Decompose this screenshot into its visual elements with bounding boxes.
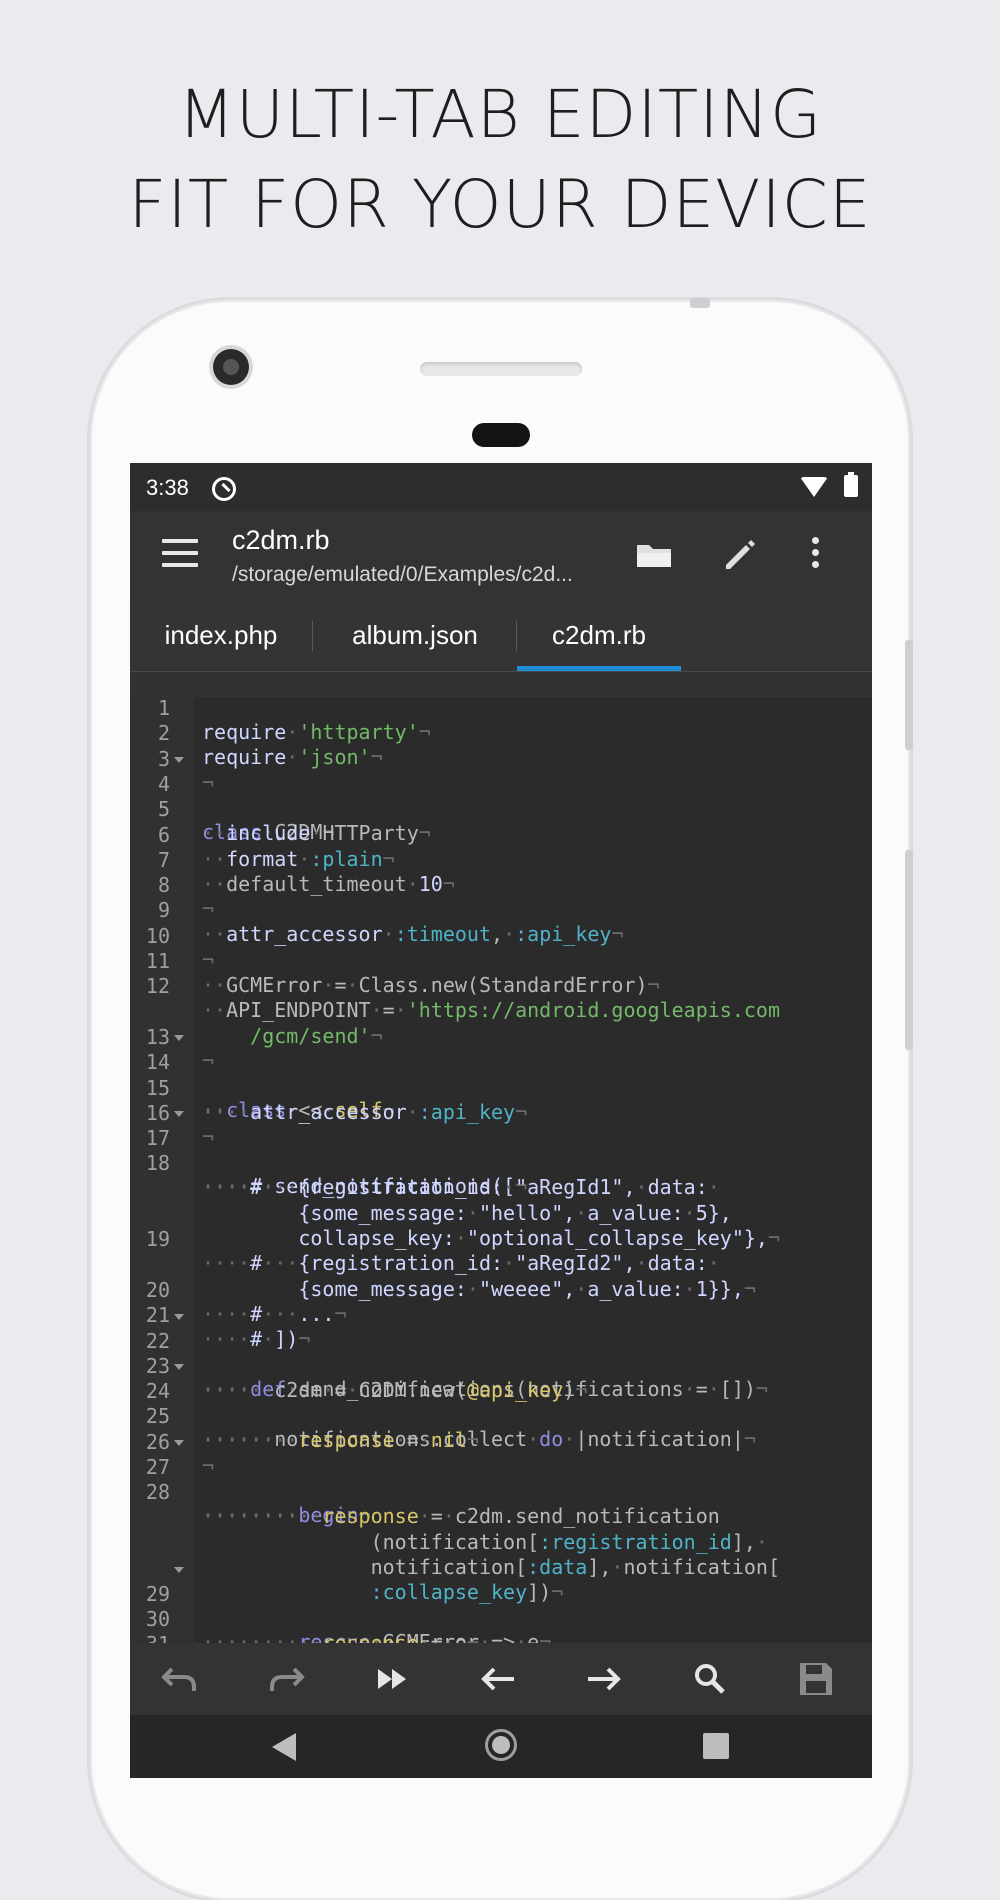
hamburger-menu-icon[interactable] <box>162 539 198 569</box>
app-toolbar: c2dm.rb /storage/emulated/0/Examples/c2d… <box>130 511 872 599</box>
code-line: 21 ····#·])¬ <box>145 1303 311 1352</box>
code-line: 5 ··include·HTTParty¬ <box>157 797 431 846</box>
nav-back-icon[interactable] <box>272 1733 296 1761</box>
status-bar: 3:38 <box>130 463 872 511</box>
code-line: 19 ····#···{registration_id:·"aRegId2",·… <box>145 1227 756 1301</box>
proximity-sensor <box>472 423 530 447</box>
search-icon[interactable] <box>690 1661 730 1697</box>
phone-power-button <box>905 850 913 1050</box>
code-line: 12 ··API_ENDPOINT·=·'https://android.goo… <box>145 974 781 1048</box>
arrow-right-icon[interactable] <box>584 1661 624 1697</box>
fold-toggle-icon[interactable] <box>174 1035 184 1042</box>
code-line: 9 ··attr_accessor·:timeout,·:api_key¬ <box>157 898 624 947</box>
code-line: 1 require·'httparty'¬ <box>130 672 872 744</box>
nav-home-icon[interactable] <box>485 1729 517 1761</box>
phone-top-button <box>690 298 710 308</box>
fold-toggle-icon[interactable] <box>174 1566 184 1573</box>
code-line: 24 ······notifications.collect·do·|notif… <box>130 1355 872 1451</box>
tab-c2dm-rb[interactable]: c2dm.rb <box>517 599 681 671</box>
system-nav-bar <box>130 1715 872 1778</box>
front-camera <box>213 349 249 385</box>
redo-icon[interactable] <box>266 1661 306 1697</box>
code-line: 2 require·'json'¬ <box>157 721 383 770</box>
code-line: 26 ¬ <box>145 1429 215 1478</box>
code-line: 22 ····def·send_notifications(notificati… <box>130 1305 872 1401</box>
phone-screen: 3:38 c2dm.rb /storage/emulated/0/Example… <box>130 463 872 1778</box>
headline-line-1: MULTI-TAB EDITING <box>177 76 823 153</box>
code-line: 29 ········rescue·GCMError·=>·e¬ <box>130 1558 872 1643</box>
wifi-icon <box>800 477 828 497</box>
code-line: 20 ····#···...¬ <box>145 1277 347 1326</box>
file-title: c2dm.rb <box>232 525 330 555</box>
code-line: 27 ········begin¬ <box>130 1431 872 1527</box>
phone-volume-button <box>905 640 913 750</box>
fold-toggle-icon[interactable] <box>174 1440 184 1446</box>
more-vert-icon[interactable] <box>810 537 820 573</box>
file-path: /storage/emulated/0/Examples/c2d... <box>232 563 573 586</box>
code-line: 7 ··default_timeout·10¬ <box>157 847 455 896</box>
headline-line-2: FIT FOR YOUR DEVICE <box>128 166 872 243</box>
code-line: 25 ········response·=·nil¬ <box>145 1404 479 1453</box>
tab-album-json[interactable]: album.json <box>325 599 505 671</box>
code-line: 30 ··········response·=·e¬ <box>145 1606 479 1643</box>
tab-bar: index.php album.json c2dm.rb <box>130 599 872 672</box>
code-line: 23 ······c2dm·=·C2DM.new(@api_key)¬ <box>145 1353 588 1402</box>
code-editor[interactable]: 1 require·'httparty'¬ 2 require·'json'¬ … <box>130 672 872 1643</box>
code-line: 18 ····#···{registration_id:·"aRegId1",·… <box>145 1151 780 1250</box>
headline: MULTI-TAB EDITING FIT FOR YOUR DEVICE <box>0 70 1000 250</box>
editor-action-bar <box>130 1643 872 1715</box>
fold-toggle-icon[interactable] <box>174 756 184 763</box>
code-line: 11 ··GCMError·=·Class.new(StandardError)… <box>145 949 660 997</box>
sync-icon <box>212 477 236 501</box>
code-line: 31 ········end¬ <box>130 1608 872 1643</box>
earpiece-speaker <box>420 362 582 376</box>
code-line: 10 ¬ <box>145 923 215 972</box>
undo-icon[interactable] <box>160 1661 200 1697</box>
code-line: 13 ¬ <box>145 1024 215 1073</box>
fast-forward-icon[interactable] <box>372 1661 412 1697</box>
arrow-left-icon[interactable] <box>478 1661 518 1697</box>
status-time: 3:38 <box>146 475 189 500</box>
code-line: 3 ¬ <box>157 746 215 795</box>
pencil-edit-icon[interactable] <box>722 537 758 573</box>
tab-separator <box>312 621 313 651</box>
code-line: 4 class·C2DM¬ <box>130 748 872 844</box>
active-tab-indicator <box>517 666 681 671</box>
fold-toggle-icon[interactable] <box>174 1313 184 1320</box>
code-line: 6 ··format·:plain¬ <box>157 822 395 871</box>
code-line: 17 ····#·send_notifications([¬ <box>130 1102 872 1198</box>
battery-icon <box>844 472 858 497</box>
code-line: 14 ··class·<<·self¬ <box>130 1026 872 1122</box>
nav-recents-icon[interactable] <box>703 1733 729 1759</box>
code-line: 28 ··········response·=·c2dm.send_notifi… <box>145 1480 781 1605</box>
folder-open-icon[interactable] <box>635 541 673 569</box>
save-icon[interactable] <box>796 1661 836 1697</box>
code-line: 15 ····attr_accessor·:api_key¬ <box>145 1075 528 1124</box>
tab-index-php[interactable]: index.php <box>146 599 296 671</box>
fold-toggle-icon[interactable] <box>174 1364 184 1371</box>
code-line: 16 ¬ <box>145 1100 215 1149</box>
fold-toggle-icon[interactable] <box>174 1111 184 1118</box>
code-line: 8 ¬ <box>157 873 215 922</box>
